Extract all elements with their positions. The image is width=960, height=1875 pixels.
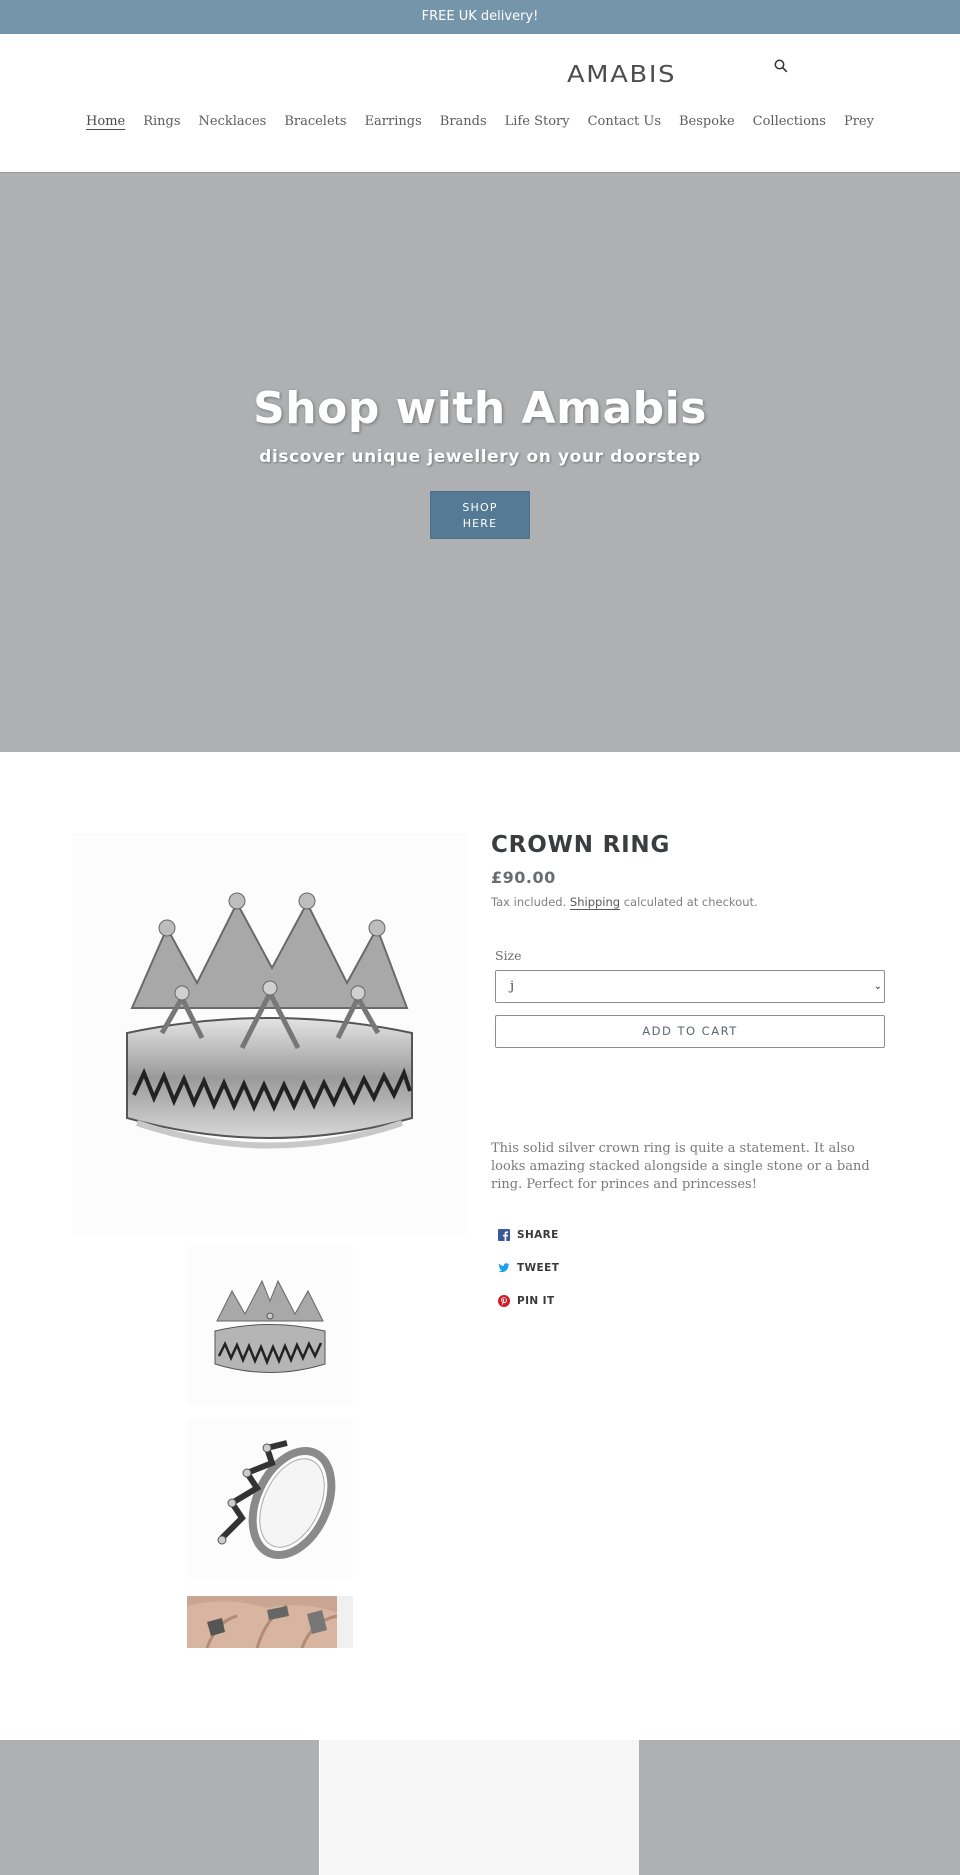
share-facebook-label: SHARE bbox=[517, 1229, 559, 1241]
tax-suffix: calculated at checkout. bbox=[623, 895, 758, 909]
product-main-image[interactable] bbox=[72, 833, 468, 1235]
twitter-icon bbox=[498, 1263, 510, 1273]
facebook-icon bbox=[498, 1229, 510, 1241]
featured-block-1 bbox=[0, 1740, 319, 1875]
size-select[interactable]: j ⌄ bbox=[495, 970, 885, 1003]
nav-item-prey[interactable]: Prey bbox=[835, 114, 883, 129]
nav-item-necklaces[interactable]: Necklaces bbox=[190, 114, 276, 129]
main-navigation: Home Rings Necklaces Bracelets Earrings … bbox=[0, 114, 960, 129]
search-button[interactable] bbox=[774, 58, 794, 78]
announcement-bar: FREE UK delivery! bbox=[0, 0, 960, 34]
nav-item-brands[interactable]: Brands bbox=[431, 114, 496, 129]
product-thumbnail-1[interactable] bbox=[187, 1246, 353, 1406]
hero-banner: Shop with Amabis discover unique jewelle… bbox=[0, 172, 960, 752]
site-logo[interactable]: AMABIS bbox=[567, 62, 676, 88]
crown-ring-thumbnail-front bbox=[214, 1279, 326, 1373]
crown-ring-thumbnail-angled bbox=[217, 1440, 336, 1559]
announcement-text: FREE UK delivery! bbox=[421, 9, 539, 24]
nav-list: Home Rings Necklaces Bracelets Earrings … bbox=[77, 114, 883, 129]
crown-ring-image bbox=[126, 892, 413, 1149]
share-pinterest-button[interactable]: PIN IT bbox=[498, 1295, 555, 1307]
hero-title: Shop with Amabis bbox=[253, 383, 707, 434]
product-info: CROWN RING £90.00 Tax included. Shipping… bbox=[491, 832, 885, 909]
nav-item-bespoke[interactable]: Bespoke bbox=[670, 114, 744, 129]
tax-note: Tax included. Shipping calculated at che… bbox=[491, 895, 885, 909]
product-description: This solid silver crown ring is quite a … bbox=[491, 1141, 870, 1192]
nav-item-bracelets[interactable]: Bracelets bbox=[275, 114, 355, 129]
featured-block-3 bbox=[639, 1740, 960, 1875]
product-price: £90.00 bbox=[491, 868, 556, 887]
crown-ring-thumbnail-hand bbox=[187, 1596, 353, 1648]
nav-item-life-story[interactable]: Life Story bbox=[496, 114, 579, 129]
add-to-cart-button[interactable]: ADD TO CART bbox=[495, 1015, 885, 1048]
pinterest-icon bbox=[498, 1295, 510, 1307]
shop-here-line2: HERE bbox=[462, 517, 498, 530]
nav-item-collections[interactable]: Collections bbox=[744, 114, 835, 129]
featured-block-2 bbox=[320, 1740, 639, 1875]
product-thumbnail-3[interactable] bbox=[187, 1596, 353, 1648]
share-twitter-button[interactable]: TWEET bbox=[498, 1262, 559, 1274]
product-thumbnail-2[interactable] bbox=[187, 1418, 353, 1578]
chevron-down-icon: ⌄ bbox=[873, 981, 882, 992]
nav-item-earrings[interactable]: Earrings bbox=[356, 114, 431, 129]
share-pinterest-label: PIN IT bbox=[517, 1295, 555, 1307]
tax-prefix: Tax included. bbox=[491, 895, 567, 909]
site-header: AMABIS Home Rings Necklaces Bracelets Ea… bbox=[0, 34, 960, 172]
product-title: CROWN RING bbox=[491, 832, 671, 858]
size-selected-value: j bbox=[510, 979, 515, 994]
nav-item-home[interactable]: Home bbox=[77, 114, 134, 129]
share-twitter-label: TWEET bbox=[517, 1262, 560, 1274]
nav-item-rings[interactable]: Rings bbox=[134, 114, 189, 129]
search-icon bbox=[774, 59, 788, 73]
size-label: Size bbox=[495, 948, 522, 963]
share-facebook-button[interactable]: SHARE bbox=[498, 1229, 559, 1241]
hero-subtitle: discover unique jewellery on your doorst… bbox=[259, 447, 701, 467]
shipping-link[interactable]: Shipping bbox=[570, 895, 620, 909]
shop-here-button[interactable]: SHOP HERE bbox=[430, 491, 530, 539]
nav-item-contact-us[interactable]: Contact Us bbox=[579, 114, 670, 129]
shop-here-line1: SHOP bbox=[462, 501, 498, 514]
